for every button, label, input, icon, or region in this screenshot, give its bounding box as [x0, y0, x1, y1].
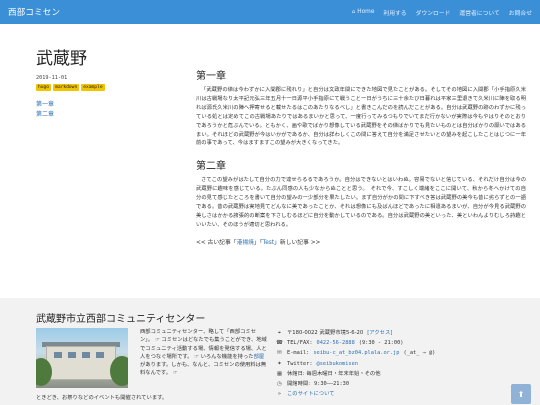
events-note: ときどき、お祭りなどのイベントも開催されています。: [36, 395, 168, 401]
phone-icon: ☎: [276, 340, 283, 347]
center-building-photo: [36, 328, 128, 388]
rooms-link[interactable]: 部屋: [254, 354, 265, 360]
hand-pointer-icon: ☞: [172, 370, 178, 377]
article-body: 第一章 「武蔵野の俤は今わずかに入間郡に残れり」と自分は文政年間にできた地図で見…: [196, 67, 526, 246]
article-sidebar: 武蔵野 2019-11-01 hugo markdown example 第一章…: [36, 44, 176, 120]
hand-pointer-icon: ☞: [154, 337, 160, 344]
chapter2-heading: 第二章: [196, 161, 226, 173]
closed-days-row: ▦ 休館日: 毎週木曜日・年末年始・その他: [276, 369, 516, 379]
page-title: 武蔵野: [36, 49, 87, 69]
email-row: ✉ E-mail: seibu-c_at_bz04.plala.or.jp (_at_…: [276, 348, 516, 358]
main-content: 武蔵野 2019-11-01 hugo markdown example 第一章…: [0, 24, 540, 314]
about-site-link[interactable]: このサイトについて: [287, 389, 335, 399]
twitter-row: ✦ Twitter: @seibukomisen: [276, 359, 516, 369]
top-navbar: 西部コミセン ⌂ Home 利用する ダウンロード 運営者について お問合せ: [0, 0, 540, 24]
tag-example[interactable]: example: [81, 84, 105, 91]
envelope-icon: ✉: [277, 350, 282, 357]
scroll-to-top-button[interactable]: ⬆: [511, 384, 531, 404]
chapter1-heading: 第一章: [196, 71, 226, 82]
prev-post-link[interactable]: 港揚焼: [237, 240, 254, 246]
arrow-up-icon: ⬆: [517, 389, 525, 399]
calendar-icon: ▦: [276, 370, 283, 377]
post-date: 2019-11-01: [36, 75, 68, 81]
toc-link-chapter1[interactable]: 第一章: [36, 100, 176, 110]
tag-list: hugo markdown example: [36, 84, 176, 91]
site-footer: 武蔵野市立西部コミュニティセンター 西部コミュニティセンター、略して「西部コミセ…: [0, 298, 540, 405]
nav-link-about[interactable]: 運営者について: [459, 8, 499, 17]
access-link[interactable]: [アクセス]: [367, 328, 392, 338]
tag-markdown[interactable]: markdown: [53, 84, 80, 91]
email-link[interactable]: seibu-c_at_bz04.plala.or.jp: [313, 348, 399, 358]
toc-link-chapter2[interactable]: 第二章: [36, 110, 176, 120]
nav-links: ⌂ Home 利用する ダウンロード 運営者について お問合せ: [352, 8, 532, 17]
clock-icon: ◷: [277, 381, 282, 388]
table-of-contents: 第一章 第二章: [36, 100, 176, 120]
twitter-icon: ✦: [277, 360, 282, 367]
hours-row: ◷ 開館時間: 9:30――21:30: [276, 379, 516, 389]
nav-link-contact[interactable]: お問合せ: [509, 8, 532, 17]
next-post-link[interactable]: Test: [263, 240, 274, 246]
hand-pointer-icon: ☞: [194, 353, 199, 360]
twitter-link[interactable]: @seibukomisen: [317, 359, 358, 369]
chevron-right-icon: »: [277, 391, 282, 398]
center-description: 西部コミュニティセンター、略して「西部コミセン」。 ☞ コミセンはどなたでも集う…: [36, 328, 268, 401]
contact-info: ⌖ 〒180-0022 武蔵野市境5-6-20 [アクセス] ☎ TEL/FAX: 04…: [276, 328, 516, 399]
chapter2-paragraph: さてこの望みがはたして自分の力で達せらるるであろうか。自分はできないとはいわぬ。…: [196, 177, 526, 228]
address-row: ⌖ 〒180-0022 武蔵野市境5-6-20 [アクセス]: [276, 328, 516, 338]
tel-link[interactable]: 0422-56-2888: [317, 338, 355, 348]
tag-hugo[interactable]: hugo: [36, 84, 52, 91]
footer-title: 武蔵野市立西部コミュニティセンター: [36, 314, 206, 325]
map-pin-icon: ⌖: [277, 330, 282, 336]
nav-link-use[interactable]: 利用する: [383, 8, 406, 17]
home-icon: ⌂: [351, 9, 356, 15]
post-pager: << 古い記事「港揚焼」「Test」新しい記事 >>: [196, 239, 321, 246]
about-site-row: » このサイトについて: [276, 389, 516, 399]
chapter1-paragraph: 「武蔵野の俤は今わずかに入間郡に残れり」と自分は文政年間にできた地図で見たことが…: [196, 87, 526, 147]
site-brand[interactable]: 西部コミセン: [8, 6, 60, 18]
nav-link-home[interactable]: ⌂ Home: [352, 9, 375, 15]
tel-row: ☎ TEL/FAX: 0422-56-2888 (9:30 - 21:00): [276, 338, 516, 348]
nav-link-download[interactable]: ダウンロード: [416, 8, 451, 17]
